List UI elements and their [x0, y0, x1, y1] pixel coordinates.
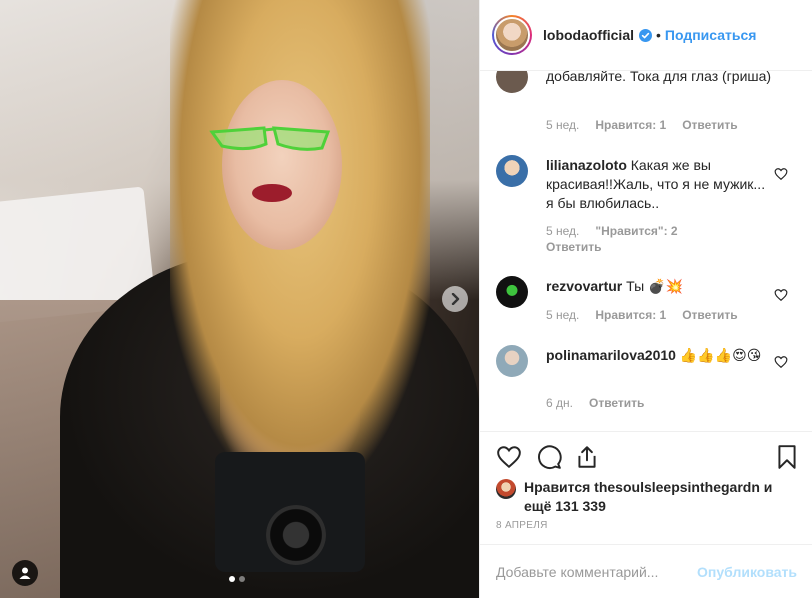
comment-time[interactable]: 6 дн.	[546, 396, 573, 410]
post-photo[interactable]	[0, 0, 479, 598]
comment-item: добавляйте. Тока для глаз (гриша) 5 нед.…	[480, 71, 812, 145]
share-icon	[578, 446, 596, 468]
user-icon	[19, 567, 31, 579]
carousel-dot-active	[229, 576, 235, 582]
comment-likes-count[interactable]: Нравится: 1	[595, 118, 666, 132]
reply-button[interactable]: Ответить	[546, 240, 601, 254]
chevron-right-icon	[451, 293, 460, 305]
comment-username[interactable]: lilianazoloto	[546, 157, 627, 173]
photo-subject-lips	[252, 184, 292, 202]
post-header: lobodaofficial • Подписаться	[480, 0, 812, 71]
reply-button[interactable]: Ответить	[589, 396, 644, 410]
likes-text[interactable]: Нравится thesoulsleepsinthegardn и ещё 1…	[524, 478, 796, 516]
comments-list[interactable]: добавляйте. Тока для глаз (гриша) 5 нед.…	[480, 71, 812, 431]
comment-button[interactable]	[536, 444, 562, 470]
comment-like-heart-icon[interactable]	[774, 167, 788, 181]
comment-username[interactable]: rezvovartur	[546, 278, 622, 294]
comment-likes-count[interactable]: "Нравится": 2	[595, 224, 677, 238]
tagged-users-button[interactable]	[12, 560, 38, 586]
likes-summary: Нравится thesoulsleepsinthegardn и ещё 1…	[496, 476, 796, 516]
comment-avatar[interactable]	[496, 155, 528, 187]
comment-time[interactable]: 5 нед.	[546, 308, 579, 322]
comment-time[interactable]: 5 нед.	[546, 224, 579, 238]
comment-input[interactable]	[496, 563, 698, 580]
author-avatar[interactable]	[492, 15, 532, 55]
comment-time[interactable]: 5 нед.	[546, 118, 579, 132]
comment-likes-count[interactable]: Нравится: 1	[595, 308, 666, 322]
comment-avatar[interactable]	[496, 71, 528, 93]
liker-avatar[interactable]	[496, 479, 516, 499]
share-button[interactable]	[574, 444, 600, 470]
comment-item: rezvovartur Ты 💣💥 5 нед. Нравится: 1 Отв…	[480, 276, 812, 338]
comment-text: rezvovartur Ты 💣💥	[546, 277, 772, 296]
comment-body: Ты 💣💥	[626, 278, 683, 294]
follow-button[interactable]: Подписаться	[665, 27, 757, 43]
comment-text: lilianazoloto Какая же вы красивая!!Жаль…	[546, 156, 772, 213]
carousel-dot	[239, 576, 245, 582]
reply-button[interactable]: Ответить	[682, 308, 737, 322]
photo-camera-lens	[266, 505, 326, 565]
author-avatar-image	[494, 17, 530, 53]
comment-text: polinamarilova2010 👍👍👍😍😘	[546, 346, 772, 365]
post-actions-bar	[480, 431, 812, 479]
comment-meta: 6 дн. Ответить	[546, 396, 644, 410]
heart-icon	[497, 446, 521, 469]
comment-meta: 5 нед. Нравится: 1 Ответить	[546, 308, 738, 322]
reply-button[interactable]: Ответить	[682, 118, 737, 132]
comment-avatar[interactable]	[496, 345, 528, 377]
comment-body: 👍👍👍😍😘	[679, 347, 762, 363]
next-photo-button[interactable]	[442, 286, 468, 312]
photo-subject-face	[222, 80, 342, 250]
post-date[interactable]: 8 апреля	[496, 520, 548, 531]
like-button[interactable]	[496, 444, 522, 470]
add-comment-bar: Опубликовать	[480, 544, 812, 598]
post-side-panel: lobodaofficial • Подписаться добавляйте.…	[479, 0, 812, 598]
comment-username[interactable]: polinamarilova2010	[546, 347, 676, 363]
comment-meta: 5 нед. "Нравится": 2 Ответить	[546, 224, 706, 254]
comment-like-heart-icon[interactable]	[774, 355, 788, 369]
header-separator: •	[656, 27, 661, 43]
author-username[interactable]: lobodaofficial	[543, 27, 634, 43]
comment-item: polinamarilova2010 👍👍👍😍😘 6 дн. Ответить	[480, 345, 812, 417]
verified-badge-icon	[639, 28, 652, 42]
bookmark-icon	[778, 445, 796, 469]
carousel-indicator	[229, 576, 245, 582]
comment-item: lilianazoloto Какая же вы красивая!!Жаль…	[480, 155, 812, 255]
comment-meta: 5 нед. Нравится: 1 Ответить	[546, 118, 738, 132]
publish-button[interactable]: Опубликовать	[697, 564, 797, 580]
save-button[interactable]	[774, 444, 800, 470]
photo-subject-glasses	[209, 126, 331, 151]
comment-like-heart-icon[interactable]	[774, 288, 788, 302]
comment-avatar[interactable]	[496, 276, 528, 308]
comment-icon	[538, 445, 562, 469]
comment-text: добавляйте. Тока для глаз (гриша)	[546, 71, 772, 84]
